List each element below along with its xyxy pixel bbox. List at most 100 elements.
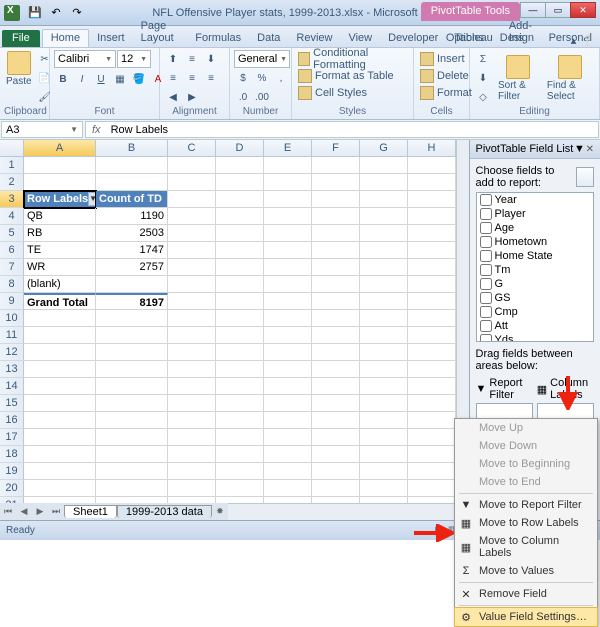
cell[interactable] — [168, 344, 216, 361]
qat-redo-icon[interactable]: ↷ — [68, 4, 86, 22]
cell[interactable]: 8197 — [96, 293, 168, 310]
field-checkbox[interactable] — [480, 222, 492, 234]
cell[interactable] — [408, 191, 456, 208]
cell[interactable] — [408, 259, 456, 276]
maximize-button[interactable]: ▭ — [545, 2, 571, 18]
row-header[interactable]: 6 — [0, 242, 24, 259]
row-header[interactable]: 1 — [0, 157, 24, 174]
cell[interactable] — [24, 480, 96, 497]
cell[interactable] — [264, 497, 312, 503]
field-item[interactable]: Year — [477, 193, 593, 207]
row-header[interactable]: 8 — [0, 276, 24, 293]
tab-formulas[interactable]: Formulas — [187, 30, 249, 47]
name-box[interactable]: A3▼ — [1, 121, 83, 138]
cell[interactable] — [216, 480, 264, 497]
cells-insert-button[interactable]: Insert — [418, 50, 467, 67]
cell[interactable] — [24, 157, 96, 174]
menu-move-down[interactable]: Move Down — [455, 437, 597, 455]
row-header[interactable]: 18 — [0, 446, 24, 463]
row-header[interactable]: 10 — [0, 310, 24, 327]
help-icon[interactable]: ❔ — [580, 34, 594, 47]
cell[interactable] — [24, 378, 96, 395]
cell[interactable] — [408, 157, 456, 174]
col-header-f[interactable]: F — [312, 140, 360, 156]
cell[interactable] — [264, 412, 312, 429]
field-item[interactable]: Att — [477, 319, 593, 333]
cell[interactable] — [360, 480, 408, 497]
cell[interactable] — [168, 480, 216, 497]
cell[interactable] — [408, 497, 456, 503]
cell[interactable] — [216, 412, 264, 429]
cell[interactable] — [24, 327, 96, 344]
cell[interactable] — [24, 412, 96, 429]
increase-indent[interactable]: ▶ — [183, 88, 201, 106]
autosum-button[interactable]: Σ — [474, 50, 492, 68]
cell[interactable] — [312, 157, 360, 174]
align-left[interactable]: ≡ — [164, 69, 182, 87]
cell[interactable] — [264, 208, 312, 225]
menu-move-up[interactable]: Move Up — [455, 419, 597, 437]
formula-input[interactable]: Row Labels — [107, 124, 598, 136]
cell[interactable] — [216, 344, 264, 361]
worksheet-grid[interactable]: 123Row Labels▼Count of TD4QB11905RB25036… — [0, 157, 456, 503]
sheet-nav-next[interactable]: ▶ — [32, 506, 48, 517]
row-header[interactable]: 3 — [0, 191, 24, 208]
cell[interactable] — [360, 191, 408, 208]
cell[interactable] — [264, 395, 312, 412]
cell[interactable] — [96, 361, 168, 378]
cell[interactable] — [168, 242, 216, 259]
qat-save-icon[interactable]: 💾 — [26, 4, 44, 22]
menu-value-field-settings[interactable]: ⚙Value Field Settings… — [454, 607, 598, 627]
cell[interactable] — [216, 395, 264, 412]
cell[interactable] — [312, 242, 360, 259]
menu-move-to-values[interactable]: ΣMove to Values — [455, 562, 597, 580]
align-right[interactable]: ≡ — [202, 69, 220, 87]
cell[interactable] — [264, 225, 312, 242]
field-item[interactable]: Home State — [477, 249, 593, 263]
cell[interactable] — [264, 463, 312, 480]
field-item[interactable]: Player — [477, 207, 593, 221]
cell[interactable] — [312, 208, 360, 225]
cell[interactable] — [360, 174, 408, 191]
tab-review[interactable]: Review — [288, 30, 340, 47]
cell[interactable]: RB — [24, 225, 96, 242]
cell[interactable] — [312, 378, 360, 395]
cell[interactable] — [216, 157, 264, 174]
cell[interactable]: 1747 — [96, 242, 168, 259]
cell[interactable] — [408, 327, 456, 344]
cell[interactable] — [168, 429, 216, 446]
decrease-indent[interactable]: ◀ — [164, 88, 182, 106]
cell[interactable] — [24, 463, 96, 480]
cell[interactable] — [312, 412, 360, 429]
cell[interactable] — [264, 361, 312, 378]
field-checkbox[interactable] — [480, 264, 492, 276]
sheet-tab-other[interactable]: 1999-2013 data — [117, 505, 212, 518]
field-checkbox[interactable] — [480, 334, 492, 342]
tab-insert[interactable]: Insert — [89, 30, 133, 47]
cell[interactable] — [360, 259, 408, 276]
cell[interactable] — [408, 344, 456, 361]
cell[interactable] — [360, 208, 408, 225]
conditional-formatting-button[interactable]: Conditional Formatting — [296, 50, 409, 67]
row-header[interactable]: 21 — [0, 497, 24, 503]
cell[interactable] — [312, 446, 360, 463]
row-header[interactable]: 20 — [0, 480, 24, 497]
row-header[interactable]: 12 — [0, 344, 24, 361]
cell[interactable]: Count of TD — [96, 191, 168, 208]
decrease-decimal[interactable]: .00 — [253, 88, 271, 106]
cell[interactable] — [264, 378, 312, 395]
field-list[interactable]: YearPlayerAgeHometownHome StateTmGGSCmpA… — [476, 192, 594, 342]
comma-button[interactable]: , — [272, 69, 290, 87]
cell[interactable] — [168, 157, 216, 174]
cell[interactable] — [360, 446, 408, 463]
cell[interactable] — [408, 361, 456, 378]
sheet-tab-active[interactable]: Sheet1 — [64, 505, 117, 518]
row-header[interactable]: 5 — [0, 225, 24, 242]
cell[interactable]: WR — [24, 259, 96, 276]
row-header[interactable]: 9 — [0, 293, 24, 310]
cell[interactable] — [216, 310, 264, 327]
menu-move-to-rows[interactable]: ▦Move to Row Labels — [455, 514, 597, 532]
cell[interactable] — [216, 378, 264, 395]
cell[interactable] — [312, 310, 360, 327]
cell[interactable] — [24, 395, 96, 412]
